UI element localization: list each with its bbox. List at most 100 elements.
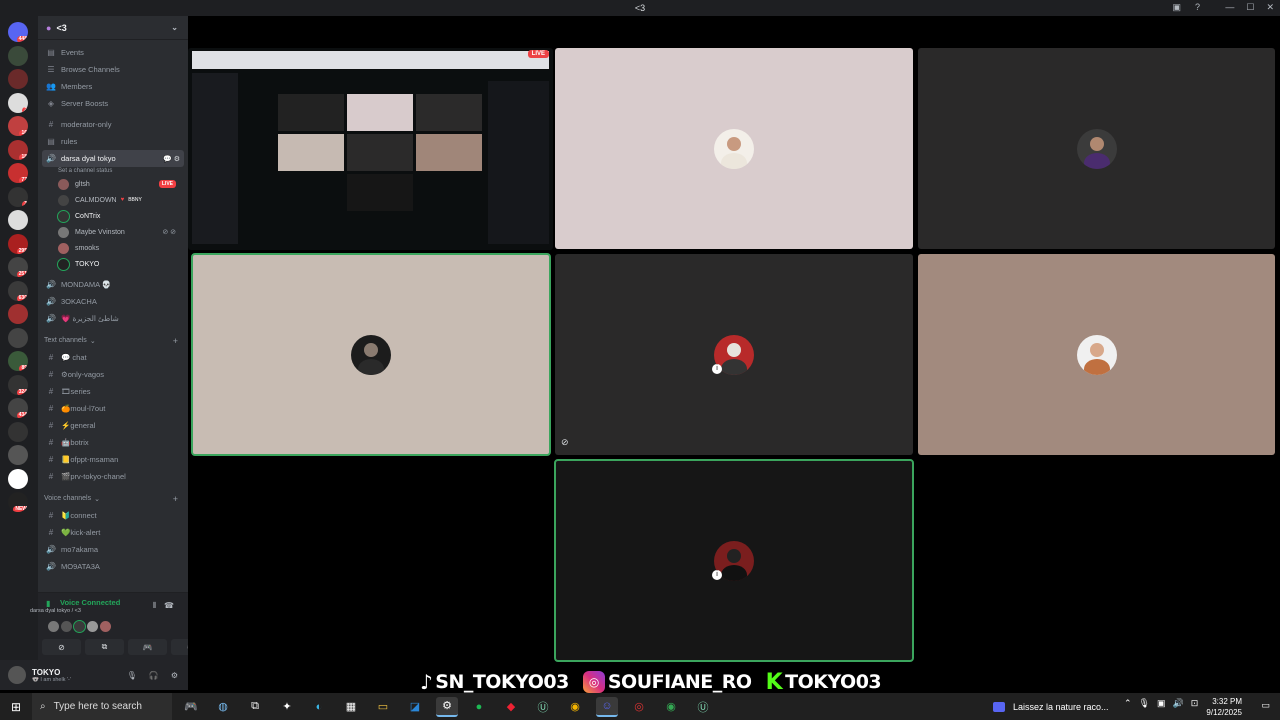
participant-tile[interactable]: i <box>554 459 914 662</box>
server-icon[interactable]: 3 <box>8 186 28 207</box>
voice-user[interactable]: CoNTrix <box>38 208 188 224</box>
uplay-icon[interactable]: Ⓤ <box>532 697 554 717</box>
notifications-icon[interactable]: ▭ <box>1261 700 1270 711</box>
app-icon[interactable]: ◎ <box>628 697 650 717</box>
server-icon[interactable]: 18 <box>8 139 28 160</box>
chrome-icon[interactable]: ◉ <box>564 697 586 717</box>
server-boosts-item[interactable]: ◈ Server Boosts <box>38 95 188 112</box>
server-icon[interactable] <box>8 327 28 348</box>
cortana-icon[interactable]: ◍ <box>212 697 234 717</box>
voice-user[interactable]: TOKYO <box>38 256 188 272</box>
voice-channel[interactable]: 🔊 mo7akama <box>38 541 188 558</box>
server-header[interactable]: ● <3 ⌄ <box>38 16 188 40</box>
add-channel-button[interactable]: + <box>173 336 178 346</box>
camera-off-button[interactable]: ⊘ <box>42 639 81 655</box>
stream-tile[interactable]: LIVE <box>188 48 553 250</box>
avatar[interactable] <box>48 621 59 632</box>
volume-icon[interactable]: 🔊 <box>1173 698 1184 709</box>
media-widget[interactable]: Laissez la nature raco... <box>993 693 1109 720</box>
text-channel[interactable]: # ⚙only-vagos <box>38 366 188 383</box>
avatar[interactable] <box>87 621 98 632</box>
participant-tile[interactable]: i ⊘ <box>555 254 913 455</box>
chevron-up-icon[interactable]: ⌃ <box>1124 698 1132 709</box>
headphones-icon[interactable]: 🎧 <box>149 671 159 680</box>
help-icon[interactable]: ? <box>1195 2 1200 13</box>
channel-rules[interactable]: ▤ rules <box>38 133 188 150</box>
voice-channel[interactable]: # 💚kick-alert <box>38 524 188 541</box>
network-icon[interactable]: ▣ <box>1157 698 1166 709</box>
avatar[interactable] <box>73 620 86 633</box>
server-icon[interactable]: 448 <box>8 22 28 42</box>
discord-icon[interactable]: ☺ <box>596 696 618 717</box>
avatar[interactable] <box>61 621 72 632</box>
chevron-down-icon[interactable]: ⌄ <box>171 23 178 32</box>
voice-user[interactable]: smooks <box>38 240 188 256</box>
server-icon[interactable] <box>8 210 28 230</box>
members-item[interactable]: 👥 Members <box>38 78 188 95</box>
voice-channel[interactable]: 🔊 MO9ATA3A <box>38 558 188 575</box>
copilot-icon[interactable]: 🎮 <box>180 697 202 717</box>
noise-suppression-icon[interactable]: ⫴ <box>153 601 156 611</box>
windows-start-icon[interactable]: ⊞ <box>0 700 32 714</box>
voice-channel[interactable]: # 🔰connect <box>38 507 188 524</box>
server-icon[interactable] <box>8 468 28 489</box>
store-icon[interactable]: ▦ <box>340 697 362 717</box>
voice-connected-title[interactable]: Voice Connected <box>60 598 120 607</box>
participant-tile[interactable] <box>555 48 913 249</box>
uplay-icon[interactable]: Ⓤ <box>692 697 714 717</box>
avatar[interactable] <box>8 666 26 684</box>
mic-icon[interactable]: 🎙 <box>127 671 137 680</box>
browse-channels-item[interactable]: ☰ Browse Channels <box>38 61 188 78</box>
text-channel[interactable]: # 📒ofppt-msaman <box>38 451 188 468</box>
voice-channel[interactable]: 🔊 💗 شاطئ الجزيرة <box>38 310 188 327</box>
category-text-channels[interactable]: Text channels ⌄ + <box>38 332 188 349</box>
voice-channel[interactable]: 🔊 3OKACHA <box>38 293 188 310</box>
add-channel-button[interactable]: + <box>173 494 178 504</box>
file-explorer-icon[interactable]: ▭ <box>372 697 394 717</box>
disconnect-icon[interactable]: ☎ <box>164 601 174 611</box>
server-icon[interactable]: 630 <box>8 280 28 301</box>
participant-tile[interactable] <box>918 254 1275 455</box>
close-button[interactable]: ✕ <box>1266 2 1274 13</box>
text-channel[interactable]: # ⚡general <box>38 417 188 434</box>
chrome-icon[interactable]: ◉ <box>660 697 682 717</box>
avatar[interactable] <box>100 621 111 632</box>
maximize-button[interactable]: ☐ <box>1246 2 1254 13</box>
server-icon[interactable]: 89 <box>8 351 28 371</box>
channel-moderator-only[interactable]: # moderator-only <box>38 116 188 133</box>
inbox-icon[interactable]: ▣ <box>1172 2 1181 13</box>
text-channel[interactable]: # 🎞series <box>38 383 188 400</box>
server-icon[interactable]: 77 <box>8 163 28 183</box>
settings-icon[interactable]: ⚙ <box>171 671 178 680</box>
server-icon[interactable]: 2 <box>8 92 28 113</box>
server-icon[interactable]: 434 <box>8 398 28 418</box>
server-icon[interactable] <box>8 45 28 66</box>
server-icon[interactable] <box>8 69 28 89</box>
server-icon[interactable]: 16 <box>8 116 28 136</box>
server-icon[interactable]: 324 <box>8 374 28 395</box>
language-icon[interactable]: ⊡ <box>1191 698 1199 709</box>
participant-tile[interactable] <box>191 253 551 456</box>
server-icon[interactable]: 295 <box>8 233 28 254</box>
copilot-app-icon[interactable]: ✦ <box>276 697 298 717</box>
server-icon[interactable]: 251 <box>8 257 28 277</box>
edge-icon[interactable]: ◐ <box>308 697 330 717</box>
spotify-icon[interactable]: ● <box>468 697 490 717</box>
outlook-icon[interactable]: ◪ <box>404 697 426 717</box>
server-icon[interactable] <box>8 304 28 324</box>
participant-tile[interactable] <box>918 48 1275 249</box>
events-item[interactable]: ▤ Events <box>38 44 188 61</box>
voice-channel[interactable]: 🔊 MONDAMA 💀 <box>38 276 188 293</box>
server-icon[interactable] <box>8 445 28 465</box>
text-channel[interactable]: # 🤖botrix <box>38 434 188 451</box>
task-view-icon[interactable]: ⧉ <box>244 697 266 717</box>
channel-status[interactable]: Set a channel status <box>38 167 188 176</box>
taskbar-search[interactable]: ⌕ Type here to search <box>32 693 172 720</box>
minimize-button[interactable]: — <box>1225 2 1234 13</box>
activities-button[interactable]: 🎮 <box>128 639 167 655</box>
server-icon[interactable] <box>8 421 28 442</box>
voice-channel-active[interactable]: 🔊 darsa dyal tokyo 💬 ⚙ <box>42 150 184 167</box>
category-voice-channels[interactable]: Voice channels ⌄ + <box>38 490 188 507</box>
voice-user[interactable]: CALMDOWN ♥ BBNY <box>38 192 188 208</box>
server-icon[interactable]: NEW <box>8 492 28 512</box>
